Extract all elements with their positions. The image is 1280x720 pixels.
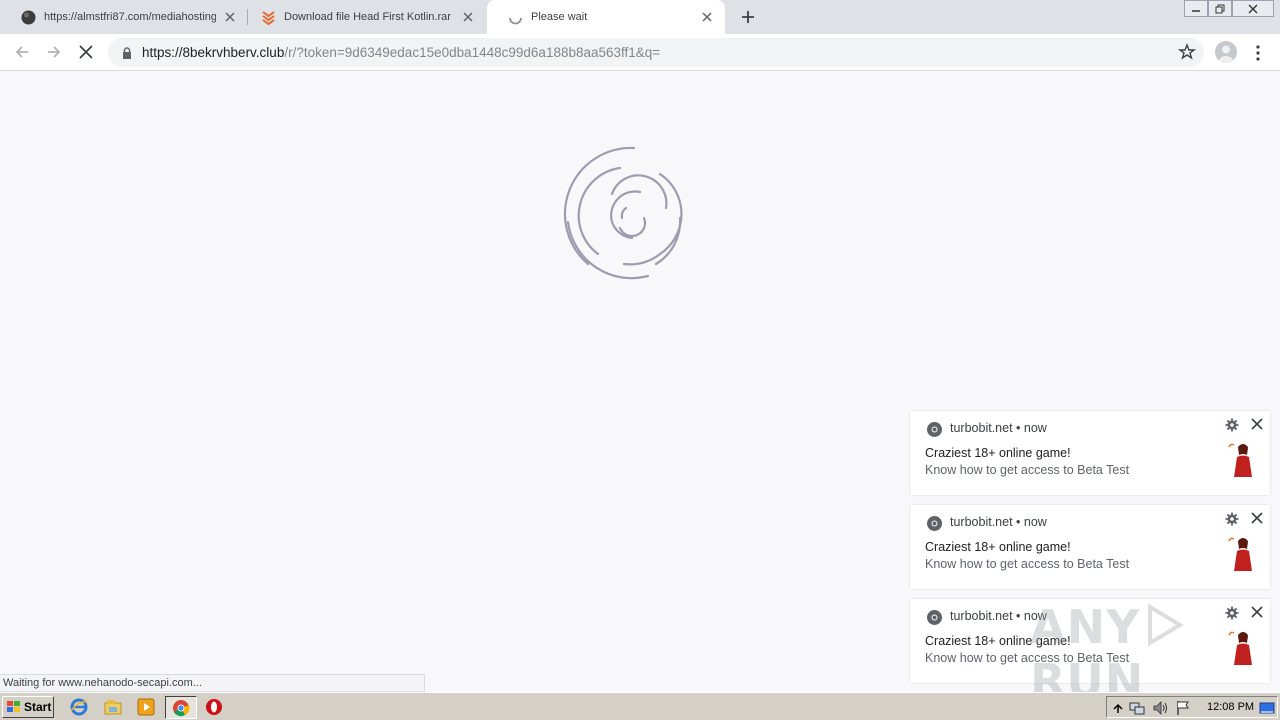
show-desktop-icon[interactable] bbox=[1259, 700, 1275, 716]
chrome-badge-icon bbox=[927, 610, 942, 625]
restore-button[interactable] bbox=[1208, 0, 1232, 17]
minimize-button[interactable] bbox=[1184, 0, 1208, 17]
loading-spinner bbox=[563, 146, 683, 280]
stop-icon bbox=[79, 45, 93, 59]
gear-icon[interactable] bbox=[1225, 512, 1239, 526]
chrome-badge-icon bbox=[927, 422, 942, 437]
loading-spinner-icon bbox=[507, 9, 523, 25]
notification-separator: • bbox=[1016, 515, 1021, 529]
tab-please-wait[interactable]: Please wait bbox=[487, 0, 725, 34]
close-icon[interactable] bbox=[1250, 511, 1264, 525]
tab-title: Please wait bbox=[531, 11, 588, 23]
volume-icon[interactable] bbox=[1152, 700, 1168, 716]
gear-icon[interactable] bbox=[1225, 418, 1239, 432]
tab-title: https://almstfri87.com/mediahosting bbox=[44, 11, 216, 23]
arrow-left-icon bbox=[15, 46, 28, 58]
close-icon[interactable] bbox=[1250, 605, 1264, 619]
chrome-icon[interactable] bbox=[165, 696, 197, 719]
clock[interactable]: 12:08 PM bbox=[1207, 701, 1254, 713]
turbobit-chevrons-icon bbox=[260, 9, 276, 25]
chrome-badge-icon bbox=[927, 516, 942, 531]
url-host: https://8bekrvhberv.club bbox=[142, 45, 285, 60]
bookmark-star-icon[interactable] bbox=[1178, 43, 1196, 61]
minimize-icon bbox=[1192, 9, 1200, 12]
close-tab-icon[interactable] bbox=[222, 9, 238, 25]
explorer-icon[interactable] bbox=[104, 698, 122, 716]
notification-image-icon bbox=[1228, 443, 1252, 477]
notification-origin: turbobit.net bbox=[950, 515, 1013, 529]
notification-source: turbobit.net • now bbox=[950, 421, 1047, 435]
tab-almstfri[interactable]: https://almstfri87.com/mediahosting bbox=[0, 0, 248, 34]
notification-body: Know how to get access to Beta Test bbox=[925, 557, 1130, 571]
notification-separator: • bbox=[1016, 421, 1021, 435]
notification-origin: turbobit.net bbox=[950, 421, 1013, 435]
notification-body: Know how to get access to Beta Test bbox=[925, 651, 1130, 665]
start-button[interactable]: Start bbox=[2, 696, 54, 718]
ie-icon[interactable] bbox=[70, 698, 88, 716]
notification-separator: • bbox=[1016, 609, 1021, 623]
stop-loading-button[interactable] bbox=[74, 40, 98, 64]
system-tray: 12:08 PM bbox=[1106, 696, 1278, 718]
windows-flag-icon bbox=[7, 701, 20, 712]
tab-strip: https://almstfri87.com/mediahosting Down… bbox=[0, 0, 1280, 34]
globe-dark-icon bbox=[20, 9, 36, 25]
restore-icon bbox=[1215, 4, 1224, 13]
notification-image-icon bbox=[1228, 537, 1252, 571]
status-bubble: Waiting for www.nehanodo-secapi.com... bbox=[0, 674, 425, 692]
notification-origin: turbobit.net bbox=[950, 609, 1013, 623]
chevron-up-icon[interactable] bbox=[1110, 700, 1126, 716]
windows-taskbar: Start 12:08 PM bbox=[0, 692, 1280, 720]
notification-card[interactable]: turbobit.net • now Craziest 18+ online g… bbox=[910, 411, 1270, 495]
notification-time: now bbox=[1023, 515, 1047, 529]
close-tab-icon[interactable] bbox=[699, 9, 715, 25]
notification-title: Craziest 18+ online game! bbox=[925, 634, 1071, 648]
notification-title: Craziest 18+ online game! bbox=[925, 540, 1071, 554]
page-content: turbobit.net • now Craziest 18+ online g… bbox=[0, 72, 1280, 692]
notification-source: turbobit.net • now bbox=[950, 515, 1047, 529]
start-label: Start bbox=[24, 700, 52, 714]
plus-icon bbox=[742, 11, 754, 23]
address-bar[interactable]: https://8bekrvhberv.club/r/?token=9d6349… bbox=[108, 38, 1204, 67]
browser-toolbar: https://8bekrvhberv.club/r/?token=9d6349… bbox=[0, 34, 1280, 71]
opera-icon[interactable] bbox=[205, 698, 223, 716]
action-center-flag-icon[interactable] bbox=[1175, 700, 1191, 716]
profile-avatar-icon[interactable] bbox=[1215, 41, 1237, 63]
close-window-button[interactable] bbox=[1232, 0, 1274, 17]
new-tab-button[interactable] bbox=[738, 7, 758, 27]
notification-card[interactable]: turbobit.net • now Craziest 18+ online g… bbox=[910, 599, 1270, 683]
forward-button[interactable] bbox=[42, 40, 66, 64]
url-path: /r/?token=9d6349edac15e0dba1448c99d6a188… bbox=[284, 45, 661, 60]
notification-title: Craziest 18+ online game! bbox=[925, 446, 1071, 460]
close-icon[interactable] bbox=[1250, 417, 1264, 431]
notification-time: now bbox=[1023, 609, 1047, 623]
notification-time: now bbox=[1023, 421, 1047, 435]
tab-title: Download file Head First Kotlin.rar (1 bbox=[284, 11, 454, 23]
notification-image-icon bbox=[1228, 631, 1252, 665]
kebab-menu-icon[interactable] bbox=[1250, 43, 1266, 63]
notification-card[interactable]: turbobit.net • now Craziest 18+ online g… bbox=[910, 505, 1270, 589]
lock-icon[interactable] bbox=[112, 46, 142, 59]
media-player-icon[interactable] bbox=[137, 698, 155, 716]
network-icon[interactable] bbox=[1129, 700, 1145, 716]
gear-icon[interactable] bbox=[1225, 606, 1239, 620]
back-button[interactable] bbox=[10, 40, 34, 64]
notification-source: turbobit.net • now bbox=[950, 609, 1047, 623]
url-text[interactable]: https://8bekrvhberv.club/r/?token=9d6349… bbox=[142, 45, 660, 60]
close-icon bbox=[1248, 4, 1258, 13]
arrow-right-icon bbox=[48, 46, 61, 58]
close-tab-icon[interactable] bbox=[460, 9, 476, 25]
notification-body: Know how to get access to Beta Test bbox=[925, 463, 1130, 477]
tab-turbobit-download[interactable]: Download file Head First Kotlin.rar (1 bbox=[240, 0, 486, 34]
